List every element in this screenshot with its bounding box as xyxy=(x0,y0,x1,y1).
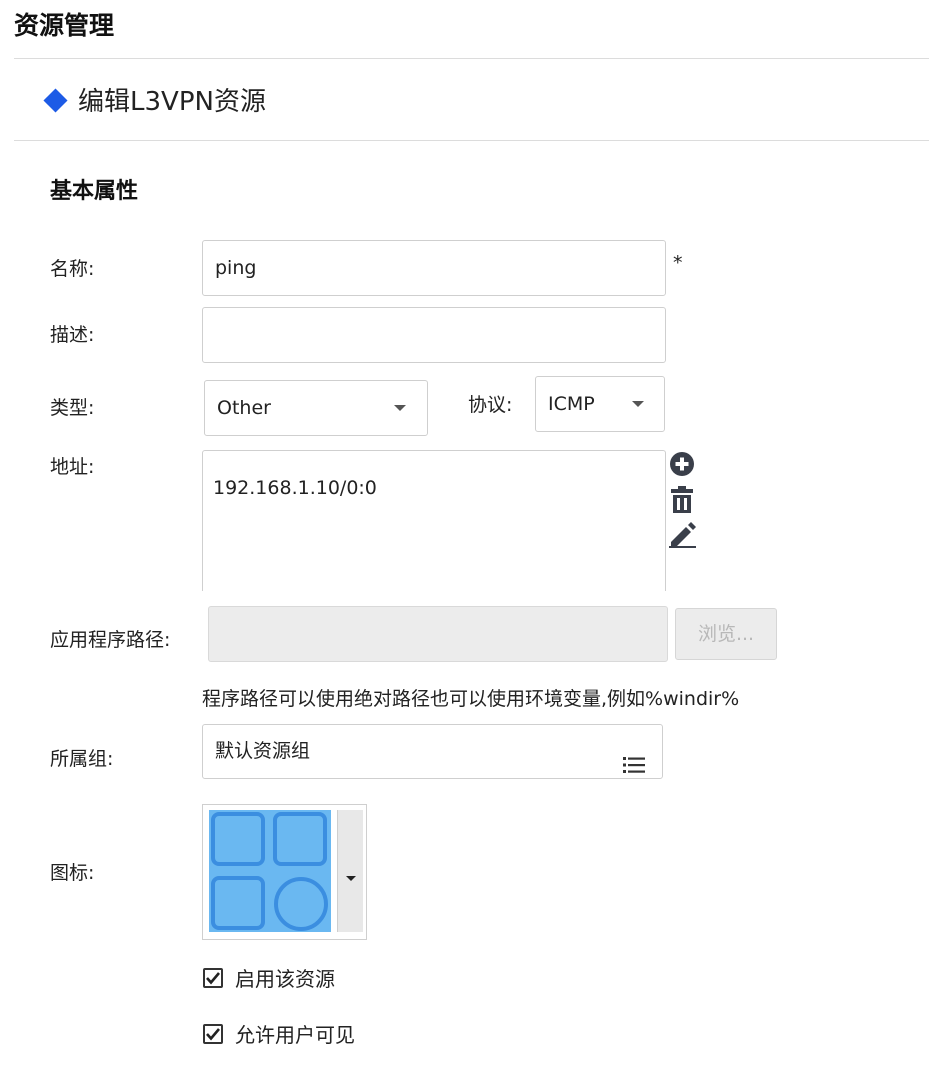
app-path-input[interactable] xyxy=(208,606,668,662)
protocol-select-value: ICMP xyxy=(548,393,595,415)
icon-picker-dropdown[interactable] xyxy=(337,810,363,932)
type-select-value: Other xyxy=(217,397,271,419)
type-label: 类型: xyxy=(50,397,95,419)
enable-checkbox[interactable] xyxy=(203,968,223,988)
type-select[interactable]: Other xyxy=(204,380,428,436)
group-select-value: 默认资源组 xyxy=(215,740,311,762)
required-mark: * xyxy=(673,252,683,274)
subtitle-divider xyxy=(14,140,929,141)
diamond-icon xyxy=(43,88,68,113)
header-divider xyxy=(14,58,929,59)
protocol-label: 协议: xyxy=(468,394,513,416)
page-title: 资源管理 xyxy=(14,11,115,40)
group-select[interactable]: 默认资源组 xyxy=(202,724,663,779)
user-visible-label[interactable]: 允许用户可见 xyxy=(235,1022,355,1048)
name-label: 名称: xyxy=(50,258,95,280)
grid-shapes-icon xyxy=(209,810,331,932)
user-visible-checkbox[interactable] xyxy=(203,1024,223,1044)
list-icon[interactable] xyxy=(623,742,645,773)
chevron-down-icon xyxy=(346,876,356,881)
chevron-down-icon xyxy=(394,405,406,411)
pencil-icon[interactable] xyxy=(669,522,696,548)
edit-resource-title: 编辑L3VPN资源 xyxy=(78,87,266,117)
chevron-down-icon xyxy=(632,401,644,407)
browse-button[interactable]: 浏览... xyxy=(675,608,777,660)
address-list[interactable]: 192.168.1.10/0:0 xyxy=(202,450,666,591)
description-input[interactable] xyxy=(202,307,666,363)
section-title: 基本属性 xyxy=(50,179,139,204)
icon-label: 图标: xyxy=(50,862,95,884)
protocol-select[interactable]: ICMP xyxy=(535,376,665,432)
enable-label[interactable]: 启用该资源 xyxy=(235,966,335,992)
address-label: 地址: xyxy=(50,456,95,478)
icon-picker[interactable] xyxy=(202,804,367,940)
address-entry[interactable]: 192.168.1.10/0:0 xyxy=(213,477,377,499)
name-input[interactable]: ping xyxy=(202,240,666,296)
app-path-hint: 程序路径可以使用绝对路径也可以使用环境变量,例如%windir% xyxy=(202,688,740,710)
description-label: 描述: xyxy=(50,324,95,346)
add-circle-icon[interactable] xyxy=(669,451,695,477)
app-path-label: 应用程序路径: xyxy=(50,629,171,651)
trash-icon[interactable] xyxy=(671,486,693,513)
group-label: 所属组: xyxy=(50,748,114,770)
